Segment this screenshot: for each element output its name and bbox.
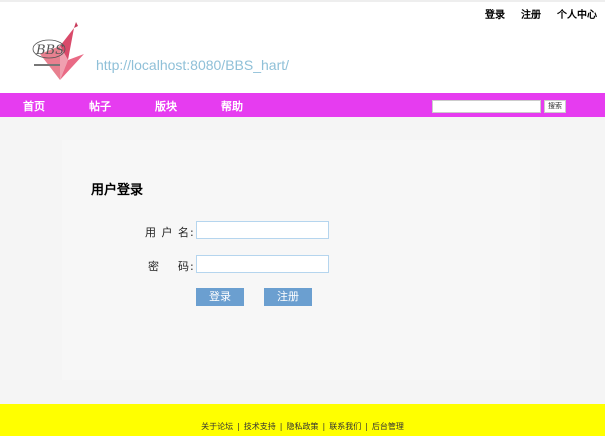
search-button[interactable]: 搜索 [544, 100, 566, 113]
username-field[interactable] [196, 221, 329, 239]
search-input[interactable] [432, 100, 541, 113]
password-label: 密 码: [148, 260, 195, 273]
bbs-logo: BBS [32, 22, 84, 80]
login-title: 用户登录 [91, 183, 144, 198]
top-links: 登录 注册 个人中心 [485, 6, 597, 21]
footer-link-contact[interactable]: 联系我们 [329, 422, 361, 431]
nav-item-posts[interactable]: 帖子 [89, 98, 111, 114]
nav-item-help[interactable]: 帮助 [221, 98, 243, 114]
top-login-link[interactable]: 登录 [485, 6, 505, 21]
footer-link-privacy[interactable]: 隐私政策 [287, 422, 319, 431]
login-button[interactable]: 登录 [196, 288, 244, 306]
site-url: http://localhost:8080/BBS_hart/ [96, 57, 290, 73]
nav-item-boards[interactable]: 版块 [155, 98, 177, 114]
footer-separator: | [279, 422, 283, 431]
logo-text: BBS [35, 43, 64, 58]
footer-links: 关于论坛 | 技术支持 | 隐私政策 | 联系我们 | 后台管理 [0, 421, 605, 432]
footer-link-support[interactable]: 技术支持 [244, 422, 276, 431]
footer-link-about[interactable]: 关于论坛 [201, 422, 233, 431]
password-field[interactable] [196, 255, 329, 273]
register-button[interactable]: 注册 [264, 288, 312, 306]
top-register-link[interactable]: 注册 [521, 6, 541, 21]
footer-separator: | [237, 422, 240, 431]
footer-link-admin[interactable]: 后台管理 [372, 422, 404, 431]
nav-item-home[interactable]: 首页 [23, 98, 45, 114]
footer-separator: | [322, 422, 326, 431]
top-user-center-link[interactable]: 个人中心 [557, 6, 597, 21]
site-header: 登录 注册 个人中心 BBS http://localhost:8080/BBS… [0, 2, 605, 93]
username-label: 用 户 名: [145, 226, 195, 239]
main-nav: 首页 帖子 版块 帮助 搜索 [0, 93, 605, 117]
footer-separator: | [365, 422, 368, 431]
site-footer: 关于论坛 | 技术支持 | 隐私政策 | 联系我们 | 后台管理 [0, 404, 605, 436]
